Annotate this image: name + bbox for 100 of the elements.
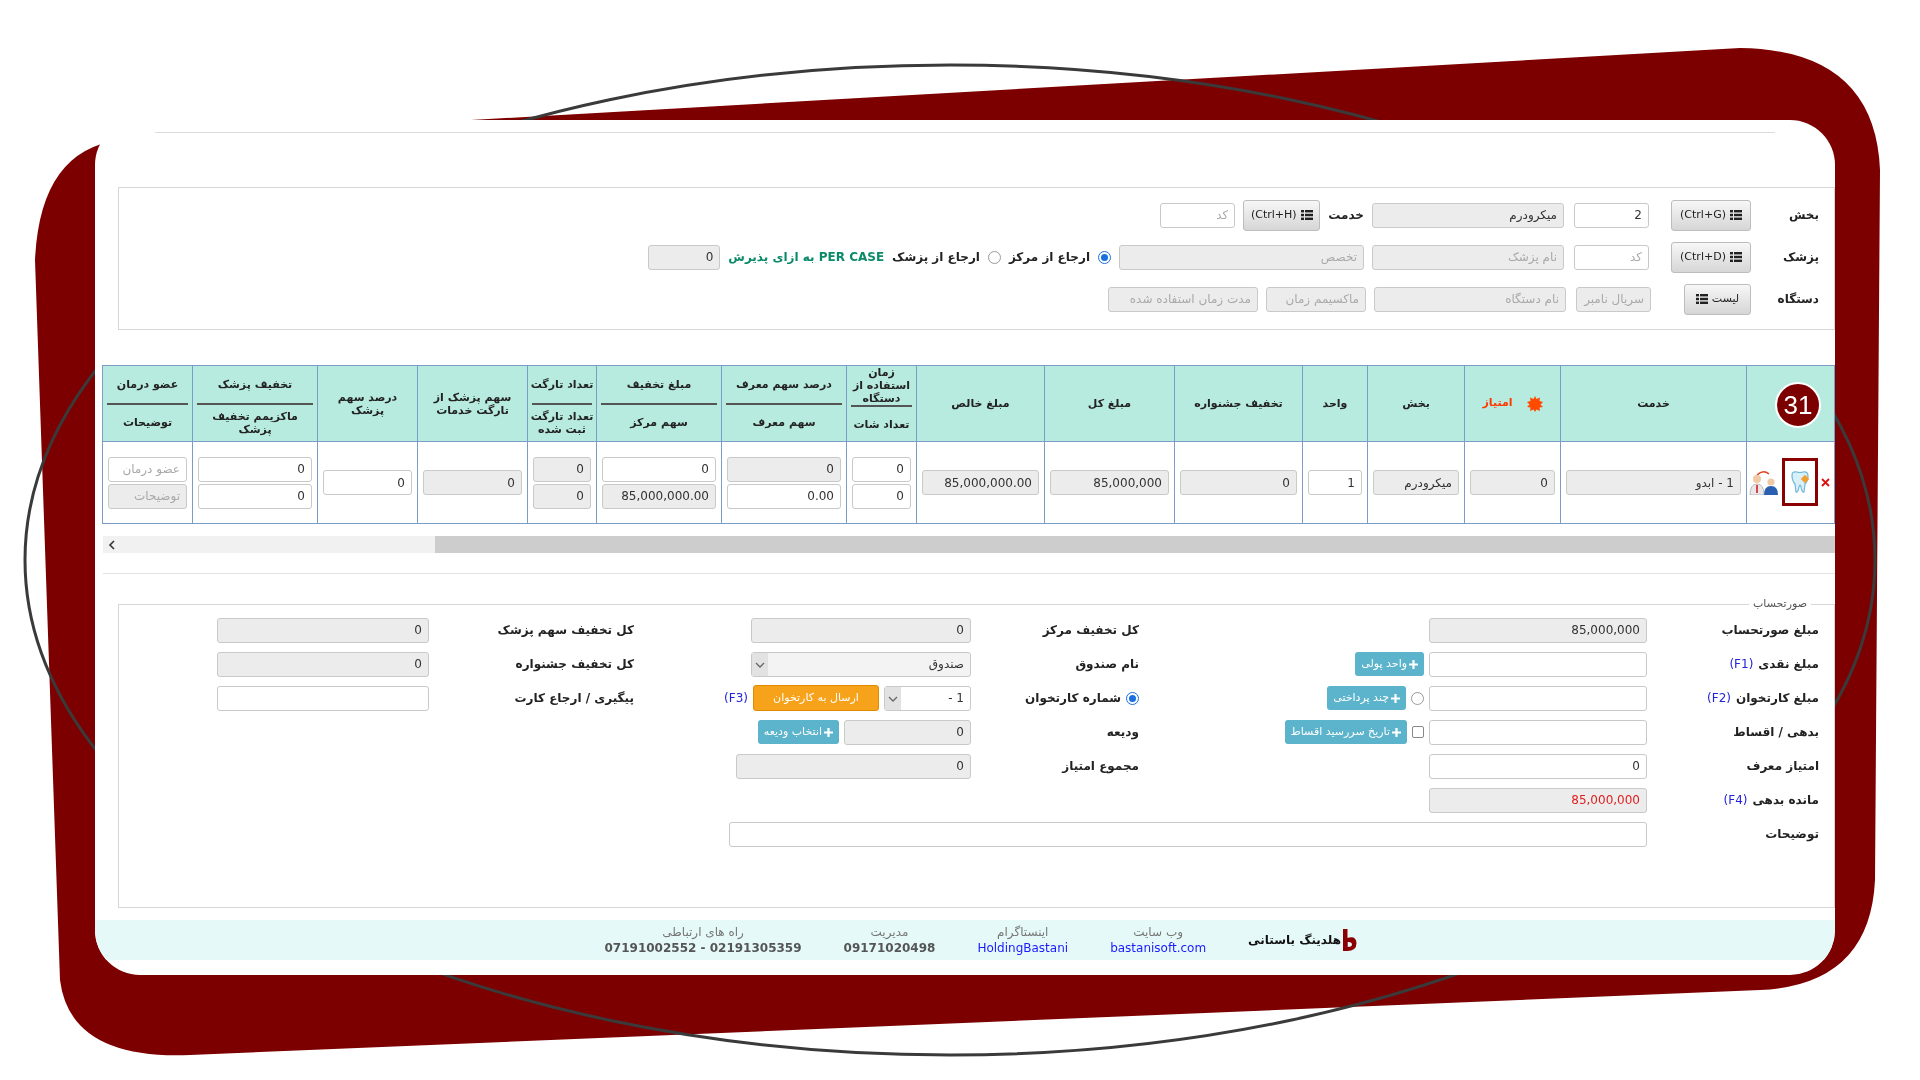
- close-icon: [1821, 477, 1830, 487]
- input-field[interactable]: نام پزشک: [1372, 244, 1564, 270]
- field-label: امتیاز معرف: [1746, 758, 1819, 775]
- input-field[interactable]: 85,000,000: [1429, 787, 1647, 813]
- input-field[interactable]: میکرودرم: [1373, 470, 1459, 495]
- input-field[interactable]: 1 - ابدو: [1566, 470, 1741, 495]
- hotkey-label: (F4): [1723, 792, 1748, 809]
- input-field[interactable]: 0: [751, 617, 971, 643]
- input-field[interactable]: 85,000,000.00: [602, 483, 716, 509]
- input-field[interactable]: 85,000,000.00: [922, 470, 1039, 495]
- input-field[interactable]: 85,000,000: [1050, 470, 1169, 495]
- field-label: دستگاه: [1776, 291, 1819, 308]
- list-button[interactable]: (Ctrl+G): [1671, 199, 1751, 231]
- column-header: تعداد تارگت: [529, 376, 595, 393]
- input-field[interactable]: [1429, 685, 1647, 711]
- input-field[interactable]: 0: [852, 483, 911, 509]
- starburst-icon: [1526, 395, 1543, 412]
- field-label: بخش: [1787, 207, 1819, 224]
- field-label: نام صندوق: [1075, 656, 1139, 673]
- list-button[interactable]: (Ctrl+H): [1243, 199, 1321, 231]
- field-label: کل تخفیف مرکز: [1042, 622, 1139, 639]
- column-header: ماکزیمم تخفیف پزشک: [211, 408, 299, 438]
- input-field[interactable]: [729, 821, 1647, 847]
- plus-icon: [1391, 693, 1400, 703]
- input-field[interactable]: [1429, 719, 1647, 745]
- logo-icon: [1343, 929, 1357, 951]
- input-field[interactable]: 0: [423, 470, 522, 495]
- select-field[interactable]: صندوق: [751, 651, 971, 677]
- field-label: مجموع امتیاز: [1062, 758, 1139, 775]
- list-icon: [1695, 294, 1708, 304]
- input-field[interactable]: 0: [323, 470, 412, 495]
- doctors-icon: [1749, 469, 1779, 495]
- input-field[interactable]: 2: [1574, 202, 1649, 228]
- input-field[interactable]: 0: [736, 753, 971, 779]
- input-field[interactable]: 0: [727, 456, 841, 482]
- column-header: خدمت: [1560, 365, 1747, 442]
- radio-button[interactable]: [1411, 691, 1424, 705]
- input-field[interactable]: کد: [1574, 244, 1649, 270]
- plus-icon: [1392, 727, 1401, 737]
- company-name: هلدینگ باستانی: [1248, 932, 1341, 949]
- input-field[interactable]: 0: [844, 719, 971, 745]
- input-field[interactable]: عضو درمان: [108, 456, 187, 482]
- input-field[interactable]: 0: [852, 456, 911, 482]
- contact-label: راه های ارتباطی: [662, 924, 744, 940]
- input-field[interactable]: [1429, 651, 1647, 677]
- input-field[interactable]: 85,000,000: [1429, 617, 1647, 643]
- input-field[interactable]: 0: [1429, 753, 1647, 779]
- input-field[interactable]: 0: [217, 651, 429, 677]
- column-header: واحد: [1302, 365, 1368, 442]
- column-header: مبلغ خالص: [916, 365, 1045, 442]
- hotkey-label: (F3): [724, 690, 748, 707]
- column-header: امتیاز: [1482, 395, 1513, 412]
- input-field[interactable]: 0: [1470, 470, 1555, 495]
- radio-button[interactable]: [1098, 250, 1111, 264]
- input-field[interactable]: 0: [217, 617, 429, 643]
- input-field[interactable]: 0: [648, 244, 721, 270]
- radio-button[interactable]: [987, 250, 1001, 264]
- list-icon: [1300, 210, 1313, 220]
- list-button[interactable]: لیست: [1684, 283, 1751, 315]
- input-field[interactable]: 1: [1308, 470, 1362, 495]
- input-field[interactable]: نام دستگاه: [1374, 286, 1566, 312]
- field-label: توضیحات: [1765, 826, 1819, 843]
- input-field[interactable]: 0: [533, 483, 591, 509]
- input-field[interactable]: میکرودرم: [1372, 202, 1564, 228]
- per-case-label: PER CASE به ازای پذیرش: [728, 249, 885, 266]
- input-field[interactable]: 0: [533, 456, 591, 482]
- input-field[interactable]: 0: [198, 483, 312, 509]
- field-label: ارجاع از مرکز: [1008, 249, 1090, 266]
- input-field[interactable]: ماکسیمم زمان: [1266, 286, 1366, 312]
- contact-value: 07191002552 - 02191305359: [604, 940, 802, 956]
- select-field[interactable]: 1 -: [884, 685, 971, 711]
- field-label: پزشک: [1781, 249, 1819, 266]
- section-title: صورتحساب: [1751, 596, 1808, 612]
- input-field[interactable]: [217, 685, 429, 711]
- list-button[interactable]: (Ctrl+D): [1671, 241, 1751, 273]
- column-header: تعداد شات: [852, 416, 911, 433]
- input-field[interactable]: 0: [602, 456, 716, 482]
- column-header: درصد سهم معرف: [735, 376, 833, 393]
- website-link[interactable]: HoldingBastani: [977, 940, 1069, 956]
- column-header: سهم مرکز: [628, 415, 689, 432]
- input-field[interactable]: 0: [1180, 470, 1297, 495]
- contact-value: 09171020498: [843, 940, 936, 956]
- input-field[interactable]: 0: [198, 456, 312, 482]
- field-label: مانده بدهی: [1752, 792, 1819, 809]
- website-link[interactable]: bastanisoft.com: [1110, 940, 1207, 956]
- input-field[interactable]: توضیحات: [108, 483, 187, 509]
- column-header: بخش: [1367, 365, 1465, 442]
- scrollbar-thumb[interactable]: [435, 536, 1835, 553]
- input-field[interactable]: مدت زمان استفاده شده: [1108, 286, 1258, 312]
- field-label: بدهی / اقساط: [1733, 724, 1819, 741]
- input-field[interactable]: سریال نامبر: [1576, 286, 1651, 312]
- input-field[interactable]: کد: [1160, 202, 1236, 228]
- plus-icon: [1409, 659, 1418, 669]
- radio-button[interactable]: [1126, 691, 1139, 705]
- checkbox[interactable]: [1412, 726, 1424, 738]
- input-field[interactable]: 0.00: [727, 483, 841, 509]
- column-header: تعداد تارگت ثبت شده: [529, 408, 595, 438]
- input-field[interactable]: تخصص: [1119, 244, 1364, 270]
- field-label: پیگیری / ارجاع کارت: [514, 690, 634, 707]
- column-header: تخفیف پزشک: [216, 376, 294, 393]
